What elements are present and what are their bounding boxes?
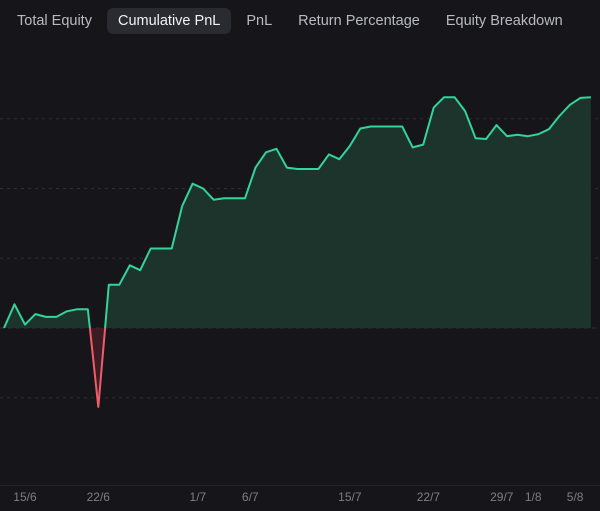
x-tick-label: 1/7	[190, 490, 207, 504]
tab-equity-breakdown[interactable]: Equity Breakdown	[435, 8, 574, 34]
cumulative-pnl-chart: 15/6 22/6 1/7 6/7 15/7 22/7 29/7 1/8 5/8	[0, 40, 600, 506]
chart-tab-bar: Total Equity Cumulative PnL PnL Return P…	[6, 8, 574, 34]
positive-area	[105, 97, 591, 329]
tab-return-percentage[interactable]: Return Percentage	[287, 8, 431, 34]
tab-cumulative-pnl[interactable]: Cumulative PnL	[106, 8, 232, 34]
tab-total-equity[interactable]: Total Equity	[6, 8, 103, 34]
tab-pnl[interactable]: PnL	[235, 8, 283, 34]
x-tick-label: 6/7	[242, 490, 259, 504]
chart-svg: 15/6 22/6 1/7 6/7 15/7 22/7 29/7 1/8 5/8	[0, 96, 600, 504]
x-tick-label: 29/7	[490, 490, 514, 504]
x-tick-label: 1/8	[525, 490, 542, 504]
x-tick-label: 15/6	[13, 490, 37, 504]
x-tick-label: 5/8	[567, 490, 584, 504]
x-tick-label: 15/7	[338, 490, 362, 504]
x-tick-label: 22/7	[417, 490, 441, 504]
x-tick-label: 22/6	[87, 490, 111, 504]
